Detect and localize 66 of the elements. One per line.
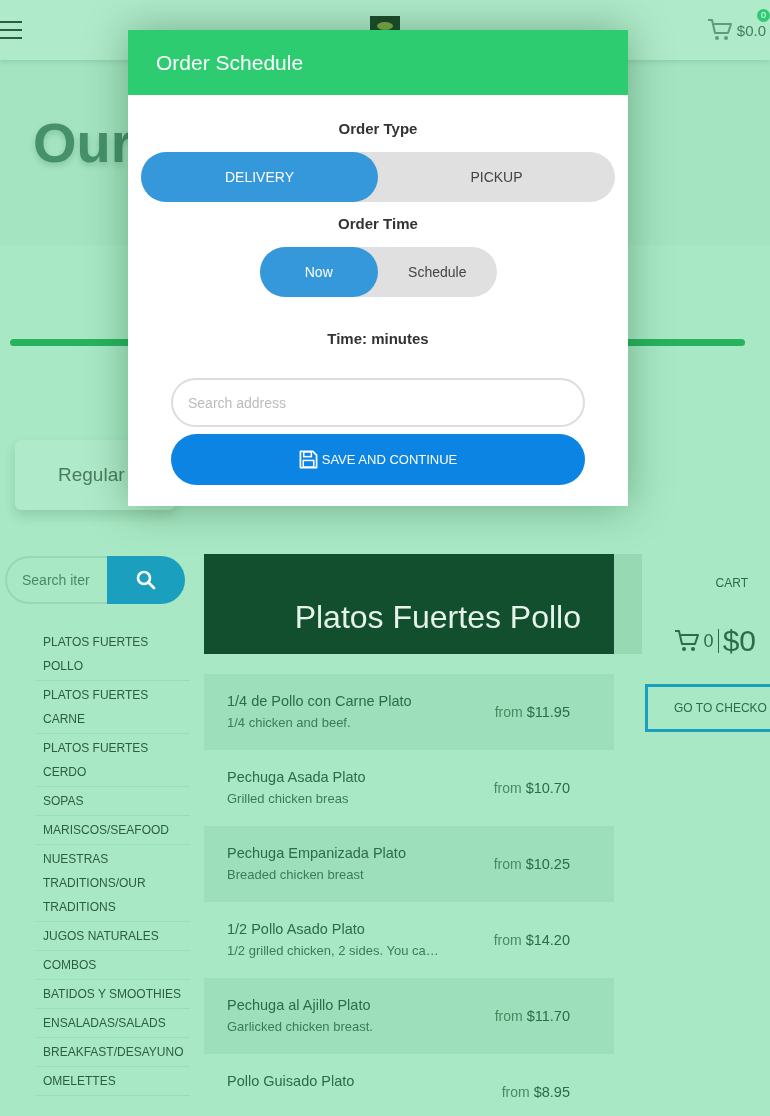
item-description: Breaded chicken breast [227, 866, 364, 884]
item-name: Pechuga al Ajillo Plato [227, 996, 371, 1015]
menu-item-row[interactable]: Pechuga al Ajillo Plato Garlicked chicken breast. from $11.70 [204, 978, 614, 1054]
toggle-option[interactable]: DELIVERY [141, 152, 378, 202]
item-price: $8.95 [533, 1084, 570, 1100]
category-link[interactable]: SOPAS [35, 787, 190, 816]
search-field[interactable]: Search iter [5, 556, 107, 604]
price-prefix: from [493, 856, 522, 872]
menu-icon[interactable] [0, 21, 22, 39]
order-type-label: Order Type [338, 120, 418, 138]
cart-heading: CART [715, 576, 748, 590]
category-title: Platos Fuertes Pollo [294, 601, 581, 633]
dialog-title: Order Schedule [156, 50, 304, 75]
item-name: Pechuga Empanizada Plato [227, 844, 406, 863]
order-time-label: Order Time [338, 215, 418, 233]
item-description: Garlicked chicken breast. [227, 1018, 373, 1036]
category-link[interactable]: BREAKFAST/DESAYUNO [35, 1038, 190, 1067]
item-description: 1/2 grilled chicken, 2 sides. You ca… [227, 942, 439, 960]
item-description: Grilled chicken breas [227, 790, 349, 808]
category-link[interactable]: PLATOS FUERTES POLLO [35, 628, 190, 681]
menu-item-row[interactable]: Pechuga Asada Plato Grilled chicken breas from $10.70 [204, 750, 614, 826]
cart-total: $0.0 [736, 21, 767, 39]
item-name: 1/4 de Pollo con Carne Plato [227, 692, 412, 711]
search-button[interactable] [107, 556, 185, 604]
save-button[interactable]: SAVE AND CONTINUE [171, 434, 585, 485]
cart-total: $0 [722, 626, 756, 656]
item-description: 1/4 chicken and beef. [227, 714, 351, 732]
toggle-option[interactable]: Schedule [378, 247, 497, 297]
category-link[interactable]: OMELETTES [35, 1067, 190, 1096]
time-label: Time: minutes [327, 330, 429, 348]
category-link[interactable]: NUESTRAS TRADITIONS/OUR TRADITIONS [35, 845, 190, 922]
menu-item-row[interactable]: Pechuga Empanizada Plato Breaded chicken breast from $10.25 [204, 826, 614, 902]
price-prefix: from [494, 704, 523, 720]
category-link[interactable]: BATIDOS Y SMOOTHIES [35, 980, 190, 1009]
category-link[interactable]: ENSALADAS/SALADS [35, 1009, 190, 1038]
menu-item-row[interactable]: Pollo Guisado Plato from $8.95 [204, 1054, 614, 1116]
save-icon [298, 450, 318, 469]
cart-item-count: 0 [703, 630, 714, 652]
toggle-option[interactable]: PICKUP [378, 152, 615, 202]
checkout-button[interactable]: GO TO CHECKO [645, 684, 770, 732]
item-price: $11.70 [526, 1008, 570, 1024]
category-link[interactable]: PLATOS FUERTES CERDO [35, 734, 190, 787]
cart-icon[interactable] [706, 18, 733, 42]
hero-title: Our [33, 115, 133, 171]
menu-item-row[interactable]: 1/4 de Pollo con Carne Plato 1/4 chicken and beef. from $11.95 [204, 674, 614, 750]
item-price: $10.70 [525, 780, 570, 796]
item-price: $14.20 [525, 932, 570, 948]
menu-item-row[interactable]: 1/2 Pollo Asado Plato 1/2 grilled chicken, 2 sides. You ca… from $14.20 [204, 902, 614, 978]
price-prefix: from [493, 780, 522, 796]
category-link[interactable]: JUGOS NATURALES [35, 922, 190, 951]
search-icon [136, 570, 156, 590]
item-name: Pollo Guisado Plato [227, 1072, 355, 1091]
category-link[interactable]: COMBOS [35, 951, 190, 980]
item-price: $10.25 [525, 856, 570, 872]
cart-icon[interactable] [673, 629, 700, 653]
toggle-option[interactable]: Now [259, 247, 378, 297]
price-prefix: from [494, 1008, 523, 1024]
address-field[interactable]: Search address [171, 378, 585, 427]
price-prefix: from [493, 932, 522, 948]
price-prefix: from [501, 1084, 530, 1100]
item-name: 1/2 Pollo Asado Plato [227, 920, 365, 939]
cart-count-badge: 0 [757, 9, 770, 22]
category-link[interactable]: MARISCOS/SEAFOOD [35, 816, 190, 845]
item-price: $11.95 [526, 704, 570, 720]
category-link[interactable]: PLATOS FUERTES CARNE [35, 681, 190, 734]
item-name: Pechuga Asada Plato [227, 768, 366, 787]
